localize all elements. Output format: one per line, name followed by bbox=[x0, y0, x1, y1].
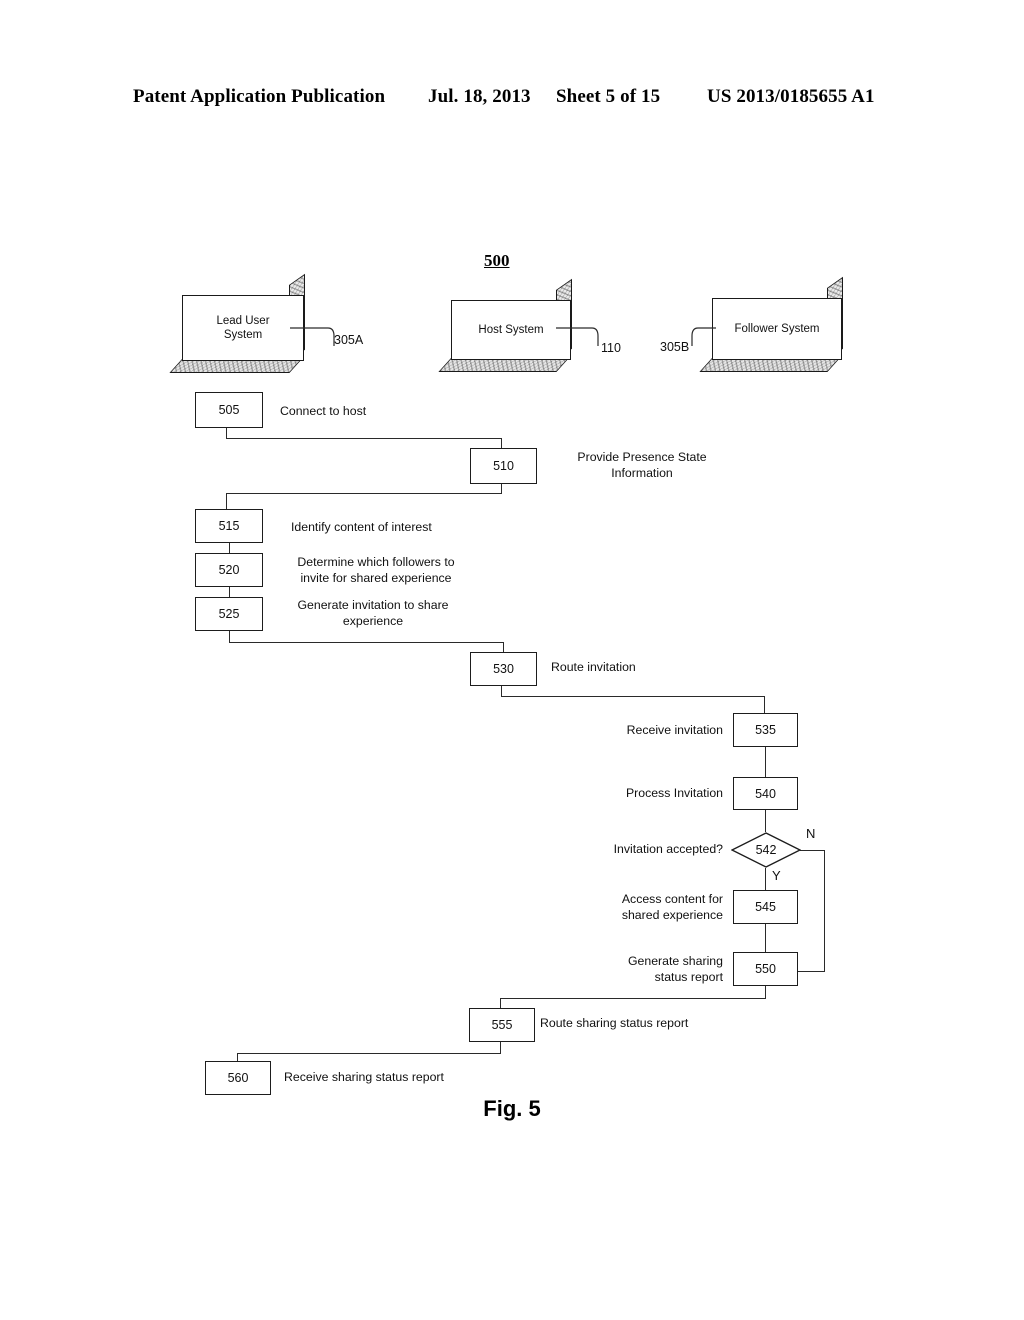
step-desc-515: Identify content of interest bbox=[291, 520, 432, 534]
connector-540-542 bbox=[765, 810, 767, 832]
step-ref-560: 560 bbox=[227, 1071, 249, 1085]
box-bottom-face bbox=[169, 359, 302, 373]
system-label-text: Lead User System bbox=[216, 314, 270, 341]
connector-542-no-right bbox=[800, 850, 825, 852]
lead-line-305b bbox=[691, 327, 716, 346]
step-ref-520: 520 bbox=[218, 563, 240, 577]
reference-label-305a: 305A bbox=[334, 333, 364, 347]
step-ref-540: 540 bbox=[755, 786, 776, 801]
system-box-follower: Follower System bbox=[699, 276, 843, 372]
step-desc-525: Generate invitation to share experience bbox=[297, 598, 449, 628]
step-box-540[interactable]: 540 bbox=[733, 777, 798, 810]
step-ref-545: 545 bbox=[755, 900, 776, 914]
step-box-505[interactable]: 505 bbox=[195, 392, 263, 428]
connector-530-in bbox=[503, 642, 505, 652]
system-box-host: Host System bbox=[438, 278, 572, 372]
header-publication: Patent Application Publication bbox=[133, 86, 386, 107]
step-ref-535: 535 bbox=[755, 723, 776, 737]
step-box-535[interactable]: 535 bbox=[733, 713, 798, 747]
system-label-lead-user: Lead User System bbox=[182, 295, 304, 361]
step-desc-550: Generate sharing status report bbox=[627, 954, 723, 984]
connector-542-545-yes bbox=[765, 868, 767, 890]
step-desc-505: Connect to host bbox=[280, 404, 367, 418]
step-desc-545: Access content for shared experience bbox=[621, 892, 723, 922]
step-ref-550: 550 bbox=[755, 962, 776, 976]
step-ref-505: 505 bbox=[218, 403, 240, 417]
decision-box-542[interactable]: 542 bbox=[731, 832, 801, 868]
connector-560-in bbox=[237, 1053, 239, 1061]
connector-510-in bbox=[501, 438, 503, 448]
connector-525-530 bbox=[229, 642, 504, 644]
step-box-555[interactable]: 555 bbox=[469, 1008, 535, 1042]
figure-caption: Fig. 5 bbox=[483, 1096, 541, 1121]
connector-535-in bbox=[764, 696, 766, 713]
figure-reference-number: 500 bbox=[484, 251, 510, 270]
connector-550-555 bbox=[500, 998, 766, 1000]
step-ref-515: 515 bbox=[218, 519, 240, 533]
connector-515-in bbox=[226, 493, 228, 509]
step-desc-530: Route invitation bbox=[551, 660, 636, 674]
connector-555-down bbox=[500, 1042, 502, 1053]
branch-label-yes: Y bbox=[772, 868, 781, 883]
connector-535-540 bbox=[765, 747, 767, 777]
system-label-follower: Follower System bbox=[712, 298, 842, 360]
header-date: Jul. 18, 2013 bbox=[428, 86, 531, 107]
connector-505-down bbox=[226, 428, 228, 438]
step-box-510[interactable]: 510 bbox=[470, 448, 537, 484]
system-label-text: Host System bbox=[478, 323, 544, 336]
connector-555-560 bbox=[237, 1053, 501, 1055]
step-ref-525: 525 bbox=[218, 607, 240, 621]
connector-525-down bbox=[229, 631, 231, 642]
step-ref-530: 530 bbox=[493, 662, 514, 676]
box-bottom-face bbox=[438, 358, 569, 372]
system-label-text: Follower System bbox=[734, 322, 820, 335]
step-box-560[interactable]: 560 bbox=[205, 1061, 271, 1095]
box-bottom-face bbox=[699, 358, 840, 372]
page-header: Patent Application Publication Jul. 18, … bbox=[0, 86, 1024, 114]
connector-520-525 bbox=[229, 587, 231, 597]
step-desc-540: Process Invitation bbox=[625, 786, 723, 800]
connector-505-510 bbox=[226, 438, 502, 440]
step-box-550[interactable]: 550 bbox=[733, 952, 798, 986]
connector-550-down bbox=[765, 986, 767, 998]
reference-label-305b: 305B bbox=[660, 340, 690, 354]
decision-desc-542: Invitation accepted? bbox=[613, 842, 723, 856]
connector-515-520 bbox=[229, 543, 231, 553]
decision-ref-542: 542 bbox=[755, 843, 777, 857]
header-sheet: Sheet 5 of 15 bbox=[556, 86, 661, 107]
patent-figure-page: Patent Application Publication Jul. 18, … bbox=[0, 0, 1024, 1320]
step-box-520[interactable]: 520 bbox=[195, 553, 263, 587]
step-desc-560: Receive sharing status report bbox=[284, 1070, 444, 1084]
step-desc-520: Determine which followers to invite for … bbox=[297, 555, 455, 585]
system-box-lead-user: Lead User System bbox=[169, 273, 305, 373]
step-desc-535: Receive invitation bbox=[626, 723, 723, 737]
connector-545-550 bbox=[765, 924, 767, 952]
step-box-530[interactable]: 530 bbox=[470, 652, 537, 686]
step-box-525[interactable]: 525 bbox=[195, 597, 263, 631]
connector-530-535 bbox=[501, 696, 765, 698]
header-patent-number: US 2013/0185655 A1 bbox=[707, 86, 875, 107]
connector-510-515 bbox=[226, 493, 502, 495]
reference-label-110: 110 bbox=[601, 341, 621, 355]
branch-label-no: N bbox=[806, 826, 816, 841]
connector-no-into-550 bbox=[798, 971, 825, 973]
connector-no-down bbox=[824, 850, 826, 972]
step-ref-510: 510 bbox=[493, 459, 514, 473]
step-desc-510: Provide Presence State Information bbox=[577, 450, 707, 480]
step-desc-555: Route sharing status report bbox=[540, 1016, 689, 1030]
step-box-515[interactable]: 515 bbox=[195, 509, 263, 543]
connector-555-in bbox=[500, 998, 502, 1008]
step-ref-555: 555 bbox=[491, 1018, 513, 1032]
connector-510-down bbox=[501, 484, 503, 493]
step-box-545[interactable]: 545 bbox=[733, 890, 798, 924]
system-label-host: Host System bbox=[451, 300, 571, 360]
connector-530-down bbox=[501, 686, 503, 696]
